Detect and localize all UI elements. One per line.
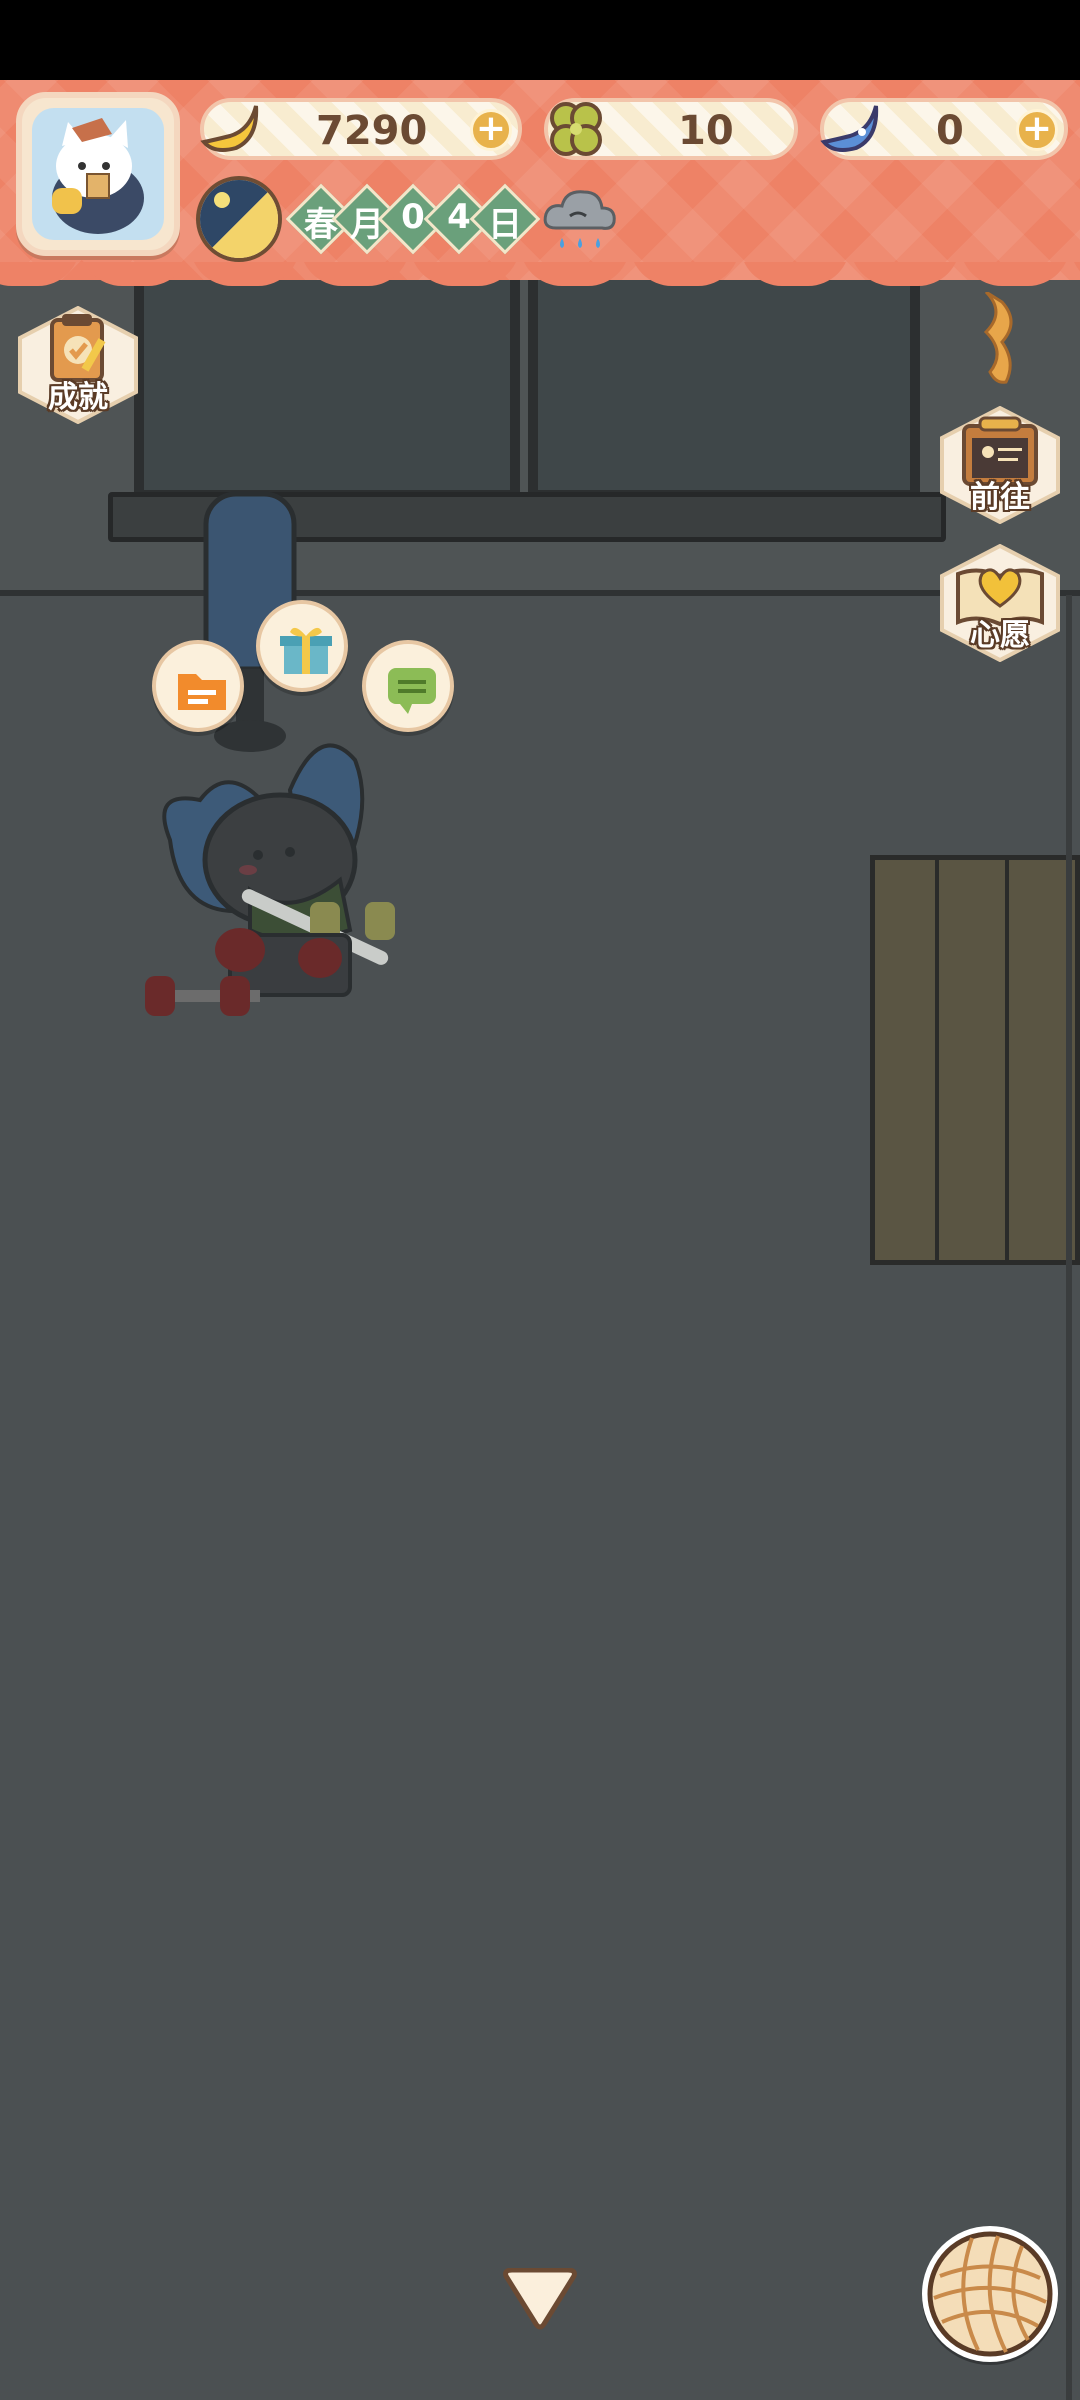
- chat-icon: [388, 668, 436, 714]
- folder-icon: [178, 674, 226, 710]
- collapse-arrow-icon[interactable]: [500, 2268, 580, 2332]
- add-blue-banana-button[interactable]: +: [1016, 109, 1058, 151]
- staircase: [870, 855, 1080, 1265]
- calendar-day-label: 日: [488, 205, 522, 245]
- bunny-character-exercising[interactable]: [140, 720, 430, 1030]
- yarn-ball-button[interactable]: [922, 2226, 1058, 2362]
- yarn-ball-icon: [927, 2231, 1053, 2357]
- add-banana-button[interactable]: +: [470, 109, 512, 151]
- status-bar: [0, 0, 1080, 80]
- gift-bubble[interactable]: [256, 600, 348, 692]
- achievements-label: 成就: [48, 380, 108, 415]
- blue-banana-icon: [820, 105, 879, 152]
- hanging-rope-icon[interactable]: [966, 292, 1026, 388]
- clover-count: 10: [678, 108, 734, 154]
- player-avatar[interactable]: [16, 92, 180, 256]
- goto-button[interactable]: 前往: [938, 406, 1062, 524]
- achievements-button[interactable]: 成就: [16, 306, 140, 424]
- chat-bubble[interactable]: [362, 640, 454, 732]
- window-left: [134, 270, 520, 500]
- wall-edge: [1066, 595, 1072, 2400]
- rain-cloud-icon[interactable]: [540, 182, 620, 258]
- banner-scallop-edge: [0, 262, 1080, 298]
- clover-icon: [550, 102, 602, 156]
- day-night-clock-icon[interactable]: [196, 176, 282, 262]
- folder-bubble[interactable]: [152, 640, 244, 732]
- blue-banana-count: 0: [936, 108, 964, 154]
- wish-label: 心愿: [970, 618, 1030, 653]
- window-right: [528, 270, 920, 500]
- goto-label: 前往: [970, 480, 1030, 515]
- banana-icon: [200, 105, 259, 152]
- gift-icon: [280, 627, 332, 674]
- wish-button[interactable]: 心愿: [938, 544, 1062, 662]
- banana-count: 7290: [316, 108, 428, 154]
- cat-avatar-icon: [52, 118, 144, 234]
